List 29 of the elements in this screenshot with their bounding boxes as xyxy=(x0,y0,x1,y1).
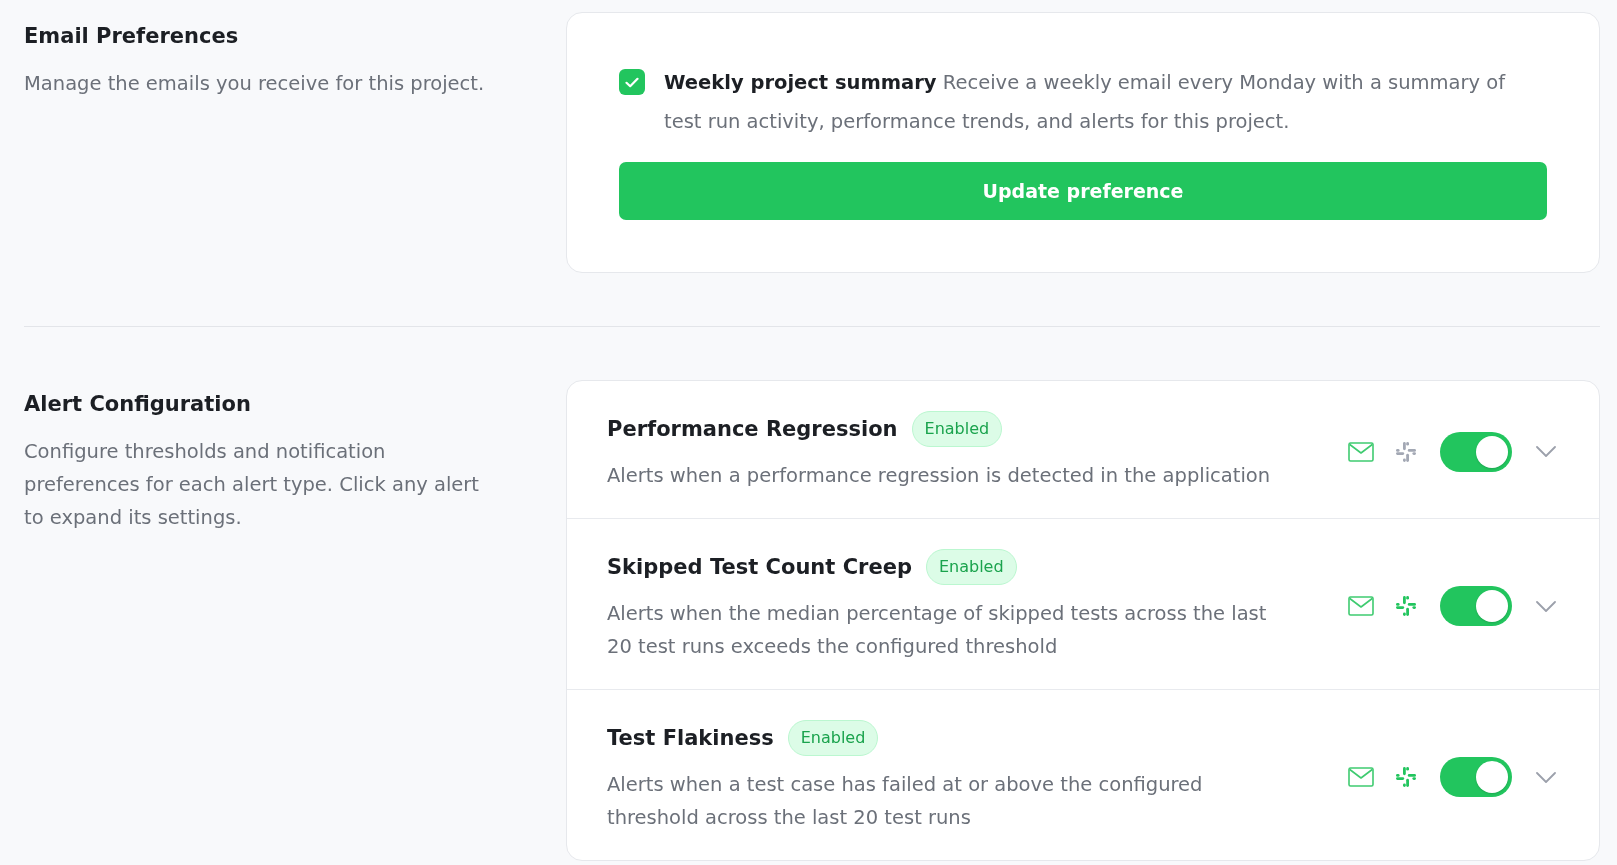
chevron-down-icon[interactable] xyxy=(1536,600,1556,612)
alert-description: Alerts when the median percentage of skipped tests across the last 20 test runs exceeds the configured threshold xyxy=(607,601,1268,660)
status-badge: Enabled xyxy=(925,549,1017,585)
slack-icon[interactable] xyxy=(1396,596,1416,616)
toggle-switch[interactable] xyxy=(1440,586,1512,626)
toggle-switch[interactable] xyxy=(1440,431,1512,472)
alert-title: Skipped Test Count Creep xyxy=(607,554,912,581)
chevron-down-icon[interactable] xyxy=(1536,446,1556,457)
section-title: Alert Configuration xyxy=(24,391,252,418)
update-button[interactable]: Update preference xyxy=(619,162,1547,220)
alert-title: Performance Regression xyxy=(607,416,898,443)
chevron-down-icon[interactable] xyxy=(1536,771,1556,783)
mail-icon[interactable] xyxy=(1348,767,1374,787)
section-description: Manage the emails you receive for this project. xyxy=(24,71,486,97)
alert-description: Alerts when a test case has failed at or above the configured threshold across the last 20 test runs xyxy=(607,772,1204,831)
slack-icon[interactable] xyxy=(1396,767,1416,787)
status-badge: Enabled xyxy=(911,411,1003,447)
slack-icon[interactable] xyxy=(1396,441,1416,462)
checkbox[interactable] xyxy=(619,69,645,95)
preference-text: Weekly project summary Receive a weekly email every Monday with a summary of test run activity, performance trends, and alerts for this project. xyxy=(664,70,1507,135)
alert-description: Alerts when a performance regression is detected in the application xyxy=(607,463,1272,489)
toggle-switch[interactable] xyxy=(1440,757,1512,797)
mail-icon[interactable] xyxy=(1348,596,1374,616)
mail-icon[interactable] xyxy=(1348,441,1374,462)
section-title: Email Preferences xyxy=(24,23,240,50)
section-description: Configure thresholds and notification preferences for each alert type. Click any alert to expand its settings. xyxy=(24,439,480,531)
status-badge: Enabled xyxy=(787,720,879,756)
alert-title: Test Flakiness xyxy=(607,725,774,752)
check-icon xyxy=(625,76,639,88)
